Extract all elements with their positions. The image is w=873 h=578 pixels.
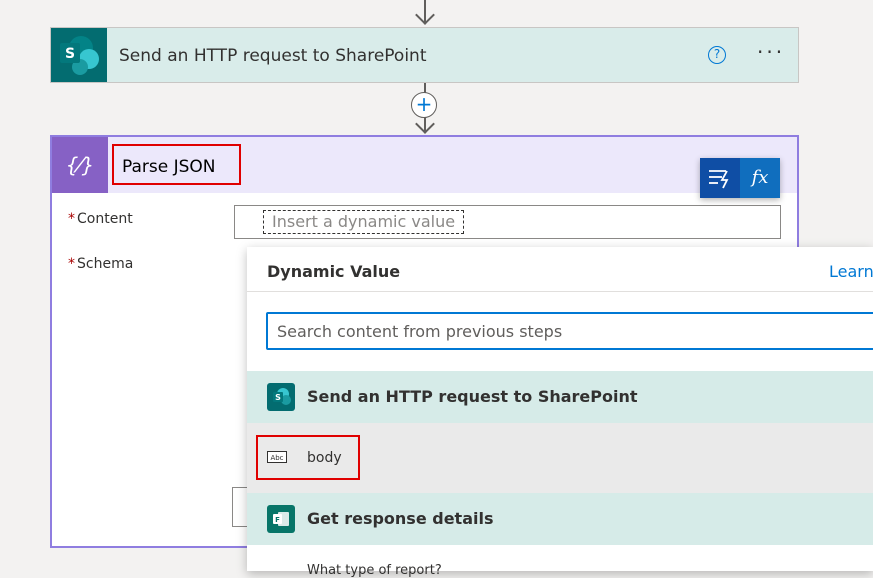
help-icon[interactable]: ? xyxy=(708,46,726,64)
learn-more-link[interactable]: Learn xyxy=(829,262,873,281)
panel-divider xyxy=(247,291,873,292)
schema-label-text: Schema xyxy=(77,256,134,272)
expression-fx-button[interactable]: fx xyxy=(740,158,780,198)
dynamic-value-panel: Dynamic Value Learn Search content from … xyxy=(247,247,873,578)
http-request-action-card[interactable]: S Send an HTTP request to SharePoint ? ·… xyxy=(50,27,799,83)
body-item-highlight xyxy=(256,435,360,480)
dynamic-value-title: Dynamic Value xyxy=(267,262,401,281)
svg-text:S: S xyxy=(65,46,75,62)
group-title: Send an HTTP request to SharePoint xyxy=(307,387,638,406)
content-label-text: Content xyxy=(77,211,133,227)
svg-text:F: F xyxy=(275,516,280,524)
dynamic-content-icon[interactable] xyxy=(700,158,740,198)
sharepoint-icon: S xyxy=(267,383,295,411)
schema-field-label: * Schema xyxy=(68,256,133,272)
search-placeholder: Search content from previous steps xyxy=(277,322,563,341)
group-header-get-response[interactable]: F Get response details xyxy=(247,493,873,545)
required-marker: * xyxy=(68,256,75,272)
dynamic-content-toolbar: fx xyxy=(700,158,780,198)
http-action-title: Send an HTTP request to SharePoint xyxy=(119,46,427,66)
forms-icon: F xyxy=(267,505,295,533)
content-input[interactable]: Insert a dynamic value xyxy=(234,205,781,239)
middle-connector-arrow-icon xyxy=(415,114,435,134)
required-marker: * xyxy=(68,211,75,227)
more-options-icon[interactable]: ··· xyxy=(757,40,785,64)
sharepoint-icon: S xyxy=(51,28,107,82)
parse-json-icon: {⁄} xyxy=(52,137,108,193)
parse-json-title-highlight xyxy=(112,144,241,185)
svg-text:S: S xyxy=(275,393,281,402)
dynamic-content-search-input[interactable]: Search content from previous steps xyxy=(266,312,873,350)
group-title: Get response details xyxy=(307,509,494,528)
content-field-label: * Content xyxy=(68,211,133,227)
group-header-http-request[interactable]: S Send an HTTP request to SharePoint xyxy=(247,371,873,423)
dynamic-value-placeholder[interactable]: Insert a dynamic value xyxy=(263,210,465,234)
top-connector-arrow-icon xyxy=(415,5,435,25)
